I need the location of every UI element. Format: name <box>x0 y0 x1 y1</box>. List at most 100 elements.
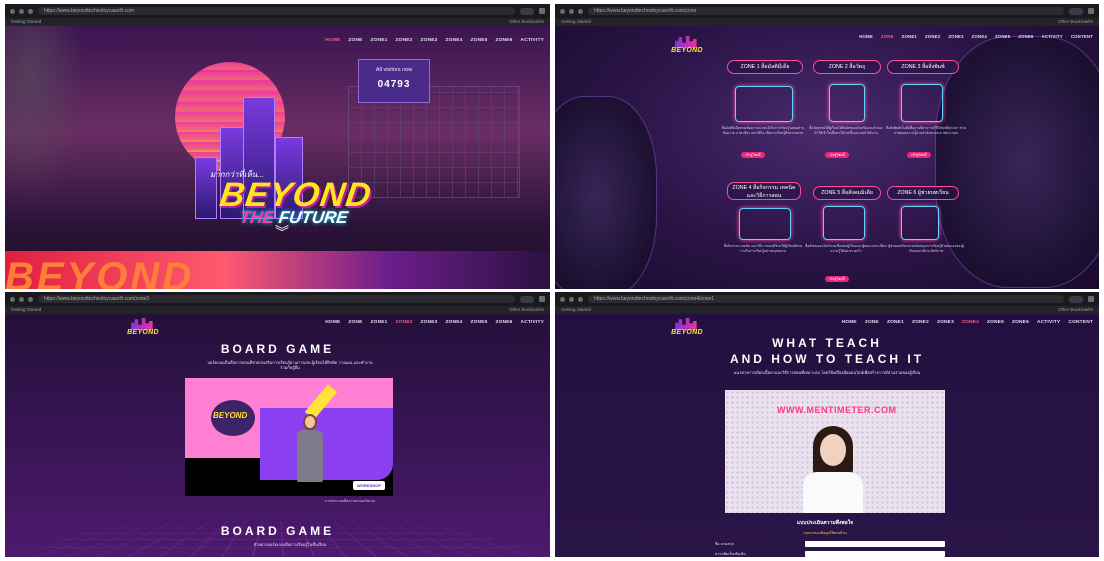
extensions-icon[interactable] <box>539 8 545 14</box>
bookmark-getting-started[interactable]: Getting Started <box>561 19 591 24</box>
back-icon[interactable] <box>560 8 565 14</box>
site-logo[interactable]: BEYOND <box>669 36 705 60</box>
form-subtitle: กรุณากรอกข้อมูลให้ครบถ้วน <box>803 531 847 535</box>
forward-icon[interactable] <box>19 8 24 14</box>
menu-item[interactable]: CONTENT <box>1068 320 1093 325</box>
zoom-badge[interactable] <box>1069 295 1083 303</box>
browser-home: https://www.beyondtechnoloycasefit.com G… <box>5 4 550 289</box>
menu-item[interactable]: ZONE <box>348 38 362 43</box>
back-icon[interactable] <box>10 296 15 302</box>
forward-icon[interactable] <box>569 296 574 302</box>
menu-home[interactable]: HOME <box>325 38 340 43</box>
menu-item[interactable]: ACTIVITY <box>1037 320 1060 325</box>
bookmark-getting-started[interactable]: Getting Started <box>561 307 591 312</box>
zone-3-title[interactable]: ZONE 3 สื่อสิ่งพิมพ์ <box>887 60 959 74</box>
menu-item[interactable]: ZONE5 <box>987 320 1004 325</box>
section-description: แนวทางการเลือกเนื้อหาและวิธีการสอนที่เหม… <box>733 370 921 375</box>
back-icon[interactable] <box>560 296 565 302</box>
menu-item[interactable]: ZONE3 <box>421 320 438 325</box>
lesson-video[interactable]: WWW.MENTIMETER.COM <box>725 390 945 513</box>
menu-item[interactable]: ZONE <box>348 320 362 325</box>
menu-item[interactable]: ACTIVITY <box>521 320 544 325</box>
menu-item[interactable]: ZONE <box>865 320 879 325</box>
hero-subtitle: THE FUTURE <box>239 208 349 228</box>
menu-home[interactable]: HOME <box>859 34 873 39</box>
forward-icon[interactable] <box>19 296 24 302</box>
other-bookmarks[interactable]: Other Bookmarks <box>509 306 544 314</box>
menu-home[interactable]: HOME <box>325 320 340 325</box>
menu-item[interactable]: ACTIVITY <box>521 38 544 43</box>
zone-5-button[interactable]: เข้าสู่โซนนี้ <box>825 276 849 282</box>
comment-input[interactable] <box>805 551 945 557</box>
zone-3-button[interactable]: เข้าสู่โซนนี้ <box>907 152 931 158</box>
menu-item[interactable]: ZONE <box>881 34 894 39</box>
menu-item[interactable]: ZONE1 <box>371 38 388 43</box>
menu-item[interactable]: ZONE6 <box>496 320 513 325</box>
menu-item[interactable]: ZONE2 <box>396 38 413 43</box>
menu-item[interactable]: ZONE2 <box>925 34 940 39</box>
logo-text: BEYOND <box>671 47 703 54</box>
menu-item[interactable]: ZONE2 <box>912 320 929 325</box>
site-logo[interactable]: BEYOND <box>669 318 705 342</box>
menu-item[interactable]: ZONE1 <box>902 34 917 39</box>
zone-6-title[interactable]: ZONE 6 ผู้ช่วยบทเรียน <box>887 186 959 200</box>
section-heading-2: AND HOW TO TEACH IT <box>729 352 925 366</box>
band-text: BEYOND <box>5 255 195 289</box>
name-input[interactable] <box>805 541 945 547</box>
zoom-badge[interactable] <box>520 295 534 303</box>
address-bar[interactable]: https://www.beyondtechnoloycasefit.com/z… <box>38 295 515 303</box>
bookmark-getting-started[interactable]: Getting Started <box>11 307 41 312</box>
menu-item[interactable]: ZONE5 <box>995 34 1010 39</box>
zone-2-title[interactable]: ZONE 2 สื่อวัตถุ <box>813 60 881 74</box>
video-lesson-icon <box>739 208 791 240</box>
extensions-icon[interactable] <box>539 296 545 302</box>
other-bookmarks[interactable]: Other Bookmarks <box>1058 18 1093 26</box>
menu-item[interactable]: ZONE3 <box>937 320 954 325</box>
menu-item[interactable]: ZONE2 <box>396 320 413 325</box>
menu-item[interactable]: ZONE1 <box>887 320 904 325</box>
extensions-icon[interactable] <box>1088 296 1094 302</box>
address-bar[interactable]: https://www.beyondtechnoloycasefit.com/z… <box>588 7 1064 15</box>
menu-item[interactable]: ZONE4 <box>962 320 979 325</box>
reload-icon[interactable] <box>28 296 33 302</box>
extensions-icon[interactable] <box>1088 8 1094 14</box>
menu-item[interactable]: ZONE4 <box>446 38 463 43</box>
menu-item[interactable]: ZONE4 <box>446 320 463 325</box>
zone-4-title[interactable]: ZONE 4 สื่อกิจกรรม เทคนิค และวิธีการสอน <box>727 182 801 200</box>
zone-5-title[interactable]: ZONE 5 สื่อสังคมมิเดีย <box>813 186 881 200</box>
other-bookmarks[interactable]: Other Bookmarks <box>509 18 544 26</box>
back-icon[interactable] <box>10 8 15 14</box>
forward-icon[interactable] <box>569 8 574 14</box>
menu-item[interactable]: ZONE6 <box>1018 34 1033 39</box>
reload-icon[interactable] <box>578 8 583 14</box>
bookmark-getting-started[interactable]: Getting Started <box>11 19 41 24</box>
menu-item[interactable]: ZONE6 <box>1012 320 1029 325</box>
section-heading: WHAT TEACH <box>772 336 882 350</box>
menu-item[interactable]: ZONE4 <box>972 34 987 39</box>
boardgame-video[interactable]: BEYOND WORKSHOP <box>185 378 393 496</box>
zoom-badge[interactable] <box>1069 7 1083 15</box>
menu-item[interactable]: ZONE5 <box>471 38 488 43</box>
address-bar[interactable]: https://www.beyondtechnoloycasefit.com <box>38 7 515 15</box>
reload-icon[interactable] <box>28 8 33 14</box>
zone-1-title[interactable]: ZONE 1 สื่อมัลติมีเดีย <box>727 60 803 74</box>
menu-item[interactable]: ZONE3 <box>421 38 438 43</box>
menu-item[interactable]: CONTENT <box>1071 34 1093 39</box>
zoom-badge[interactable] <box>520 7 534 15</box>
menu-item[interactable]: ZONE5 <box>471 320 488 325</box>
zone-2-button[interactable]: เข้าสู่โซนนี้ <box>825 152 849 158</box>
site-logo[interactable]: BEYOND <box>125 318 161 342</box>
menu-item[interactable]: ZONE3 <box>948 34 963 39</box>
menu-item[interactable]: ZONE6 <box>496 38 513 43</box>
chevrons-down-icon[interactable]: ︾ <box>275 225 289 239</box>
presenter-body <box>297 430 323 482</box>
other-bookmarks[interactable]: Other Bookmarks <box>1058 306 1093 314</box>
zone-1-button[interactable]: เข้าสู่โซนนี้ <box>741 152 765 158</box>
address-bar[interactable]: https://www.beyondtechnoloycasefit.com/z… <box>588 295 1064 303</box>
nav-buttons <box>560 8 583 14</box>
menu-home[interactable]: HOME <box>842 320 857 325</box>
reload-icon[interactable] <box>578 296 583 302</box>
menu-item[interactable]: ACTIVITY <box>1042 34 1063 39</box>
zone-4-text: สื่อกิจกรรม เทคนิค และวิธีการสอนที่ช่วยใ… <box>723 244 803 253</box>
menu-item[interactable]: ZONE1 <box>371 320 388 325</box>
